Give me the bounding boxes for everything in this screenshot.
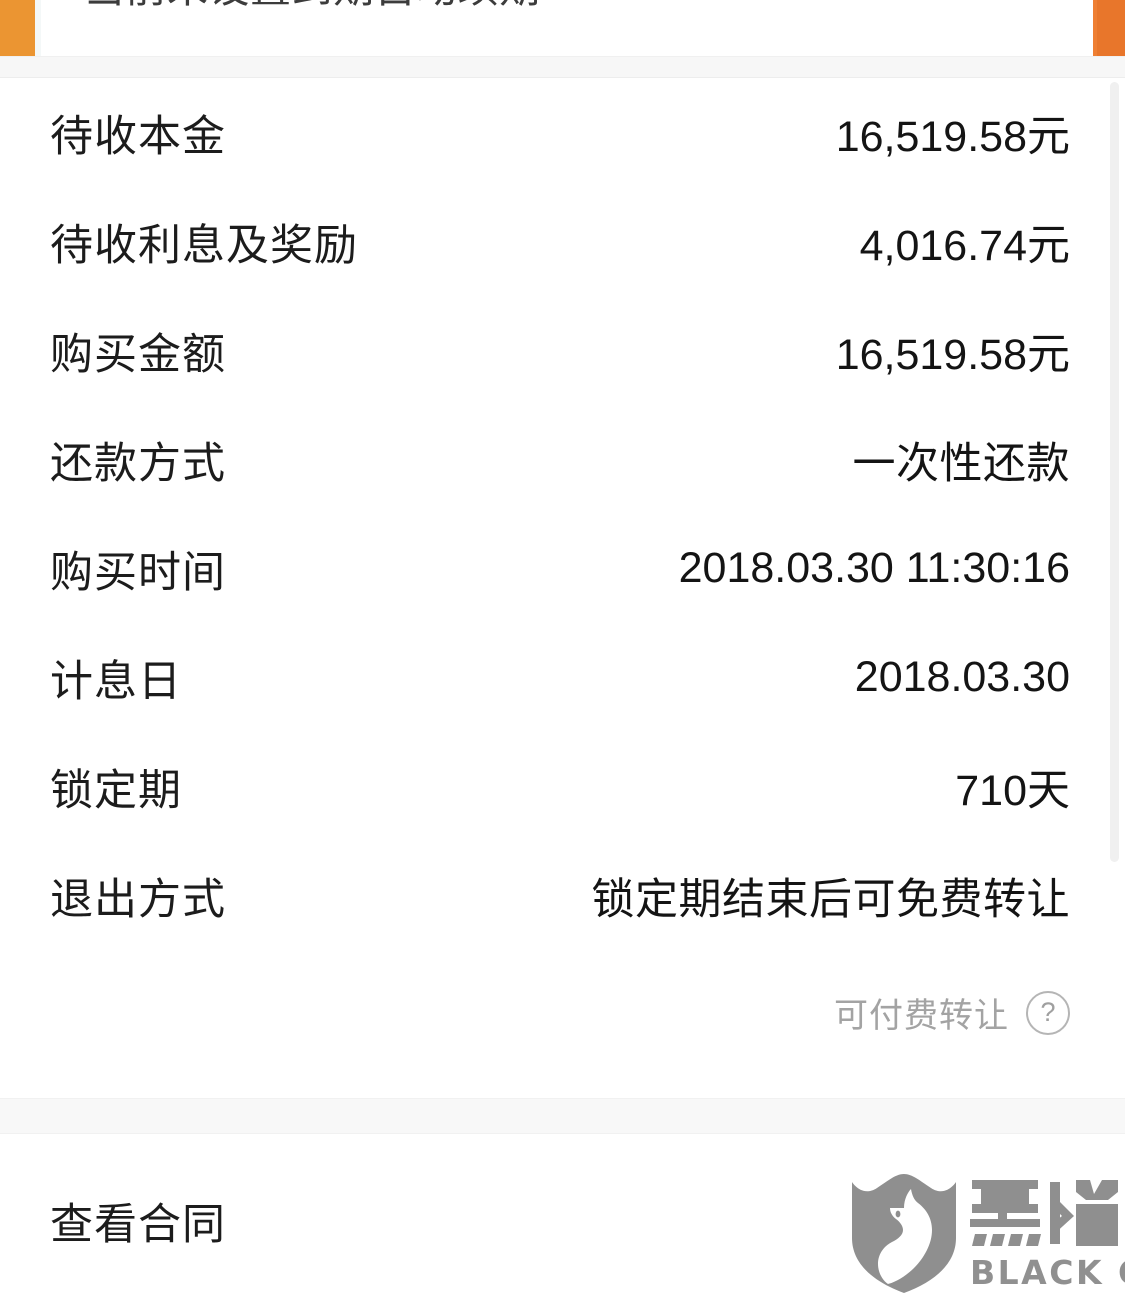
row-value: 710天	[955, 766, 1070, 815]
row-value: 16,519.58元	[835, 330, 1070, 379]
table-row: 购买金额 16,519.58元	[0, 296, 1125, 405]
row-label: 待收本金	[50, 112, 226, 161]
auto-renew-banner[interactable]: 当前未设置到期自动续期	[0, 0, 1125, 56]
row-value: 2018.03.30 11:30:16	[678, 544, 1070, 592]
banner-left-edge	[35, 0, 41, 56]
auto-renew-notice-text: 当前未设置到期自动续期	[84, 0, 541, 13]
row-label: 购买时间	[50, 548, 226, 597]
paid-transfer-label: 可付费转让	[834, 997, 1009, 1035]
black-cat-chinese-logotype	[970, 1180, 1118, 1246]
banner-right-accent-bar	[1093, 0, 1125, 56]
table-row: 退出方式 锁定期结束后可免费转让	[0, 841, 1125, 950]
table-row: 还款方式 一次性还款	[0, 405, 1125, 514]
row-label: 计息日	[50, 657, 182, 706]
row-label: 锁定期	[50, 766, 182, 815]
vertical-scrollbar[interactable]	[1110, 82, 1119, 862]
row-label: 待收利息及奖励	[50, 221, 358, 270]
table-row: 待收利息及奖励 4,016.74元	[0, 187, 1125, 296]
section-divider-top	[0, 56, 1125, 78]
row-label: 购买金额	[50, 330, 226, 379]
help-question-icon[interactable]: ?	[1026, 990, 1070, 1035]
paid-transfer-note[interactable]: 可付费转让 ?	[834, 988, 1070, 1037]
black-cat-shield-icon	[852, 1174, 956, 1293]
row-value: 4,016.74元	[859, 221, 1070, 270]
table-row: 锁定期 710天	[0, 732, 1125, 841]
black-cat-english-logotype: BLACK CAT	[970, 1253, 1125, 1292]
row-value: 锁定期结束后可免费转让	[591, 875, 1070, 924]
row-value: 16,519.58元	[835, 112, 1070, 161]
table-row: 待收本金 16,519.58元	[0, 78, 1125, 187]
row-label: 退出方式	[50, 875, 226, 924]
view-contract-link[interactable]: 查看合同	[50, 1190, 226, 1252]
black-cat-watermark: BLACK CAT	[848, 1172, 1125, 1297]
row-label: 还款方式	[50, 439, 226, 488]
section-divider-gap	[0, 1098, 1125, 1134]
table-row: 计息日 2018.03.30	[0, 623, 1125, 732]
table-row: 购买时间 2018.03.30 11:30:16	[0, 514, 1125, 623]
investment-detail-card: 待收本金 16,519.58元 待收利息及奖励 4,016.74元 购买金额 1…	[0, 78, 1125, 1098]
row-value: 2018.03.30	[854, 653, 1070, 701]
row-value: 一次性还款	[852, 439, 1070, 488]
banner-left-accent-bar	[0, 0, 35, 56]
